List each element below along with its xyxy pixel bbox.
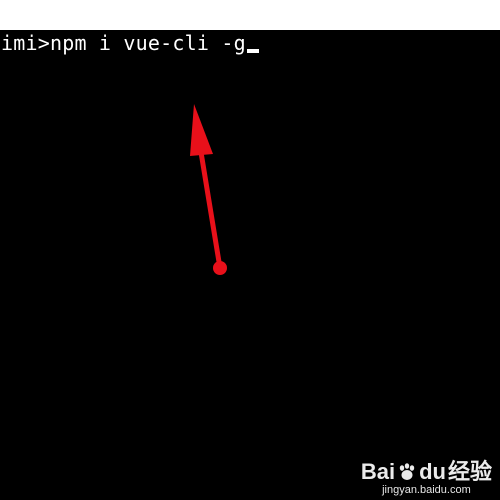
watermark-logo-du: du: [419, 459, 446, 484]
watermark-logo-bai: Bai: [360, 459, 396, 484]
watermark-logo-cn: 经验: [447, 459, 492, 484]
paw-icon: [399, 463, 415, 480]
watermark-site: jingyan.baidu.com: [382, 484, 471, 496]
watermark-logo: Bai du 经验: [361, 460, 492, 484]
command-text: npm i vue-cli -g: [49, 31, 246, 55]
window-top-strip: [0, 0, 500, 30]
baidu-jingyan-watermark: Bai du 经验 jingyan.baidu.com: [361, 460, 492, 497]
command-prompt: imi>: [1, 31, 50, 55]
command-line[interactable]: imi>npm i vue-cli -g: [1, 30, 259, 56]
screenshot-canvas: imi>npm i vue-cli -g Bai du 经验 jingyan.b…: [0, 0, 500, 500]
text-cursor: [246, 49, 259, 53]
terminal-window[interactable]: [0, 30, 500, 500]
